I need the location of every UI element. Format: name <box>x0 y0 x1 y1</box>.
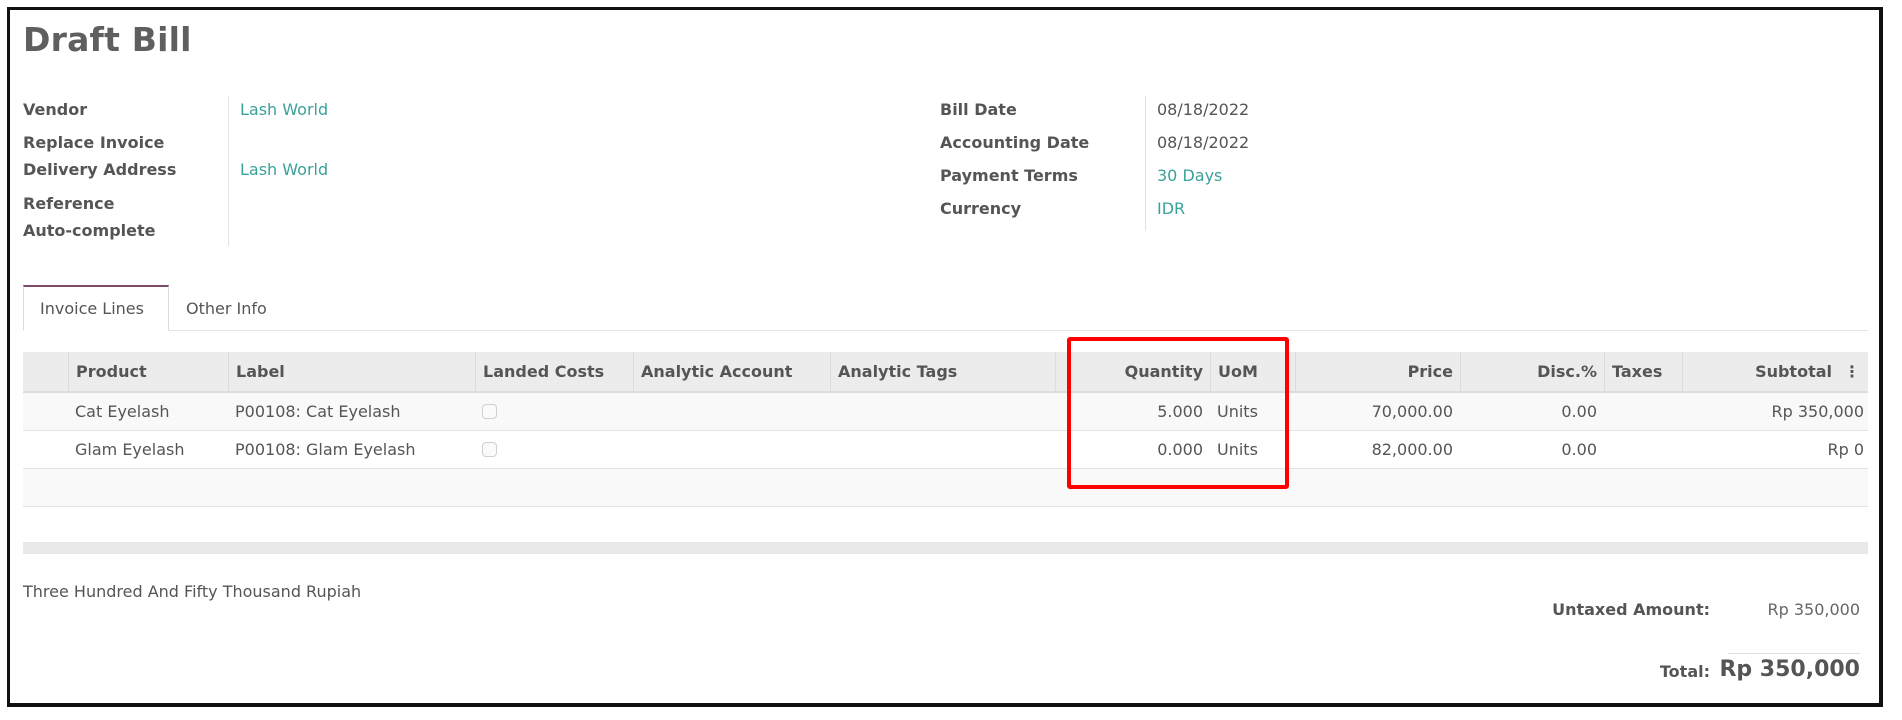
payment-terms-label: Payment Terms <box>940 166 1078 185</box>
column-header-label[interactable]: Label <box>228 352 475 391</box>
delivery-address-label: Delivery Address <box>23 160 177 179</box>
column-header-discount[interactable]: Disc.% <box>1460 352 1604 391</box>
cell-product[interactable]: Glam Eyelash <box>68 431 228 468</box>
bill-date-label: Bill Date <box>940 100 1017 119</box>
currency-link[interactable]: IDR <box>1157 199 1185 218</box>
kebab-vertical-icon[interactable]: ⋮ <box>1844 352 1860 391</box>
landed-costs-checkbox[interactable] <box>482 442 497 457</box>
amount-in-words: Three Hundred And Fifty Thousand Rupiah <box>23 582 362 601</box>
column-header-subtotal[interactable]: Subtotal <box>1682 352 1868 391</box>
untaxed-amount-value: Rp 350,000 <box>1767 600 1860 619</box>
totals-divider <box>1728 653 1860 654</box>
bill-date-value[interactable]: 08/18/2022 <box>1157 100 1249 119</box>
column-header-product[interactable]: Product <box>68 352 228 391</box>
accounting-date-value[interactable]: 08/18/2022 <box>1157 133 1249 152</box>
replace-invoice-label: Replace Invoice <box>23 133 165 152</box>
cell-price[interactable]: 82,000.00 <box>1295 431 1460 468</box>
cell-subtotal: Rp 0 <box>1827 440 1864 459</box>
cell-label[interactable]: P00108: Glam Eyelash <box>228 431 475 468</box>
cell-subtotal: Rp 350,000 <box>1771 402 1864 421</box>
vendor-label: Vendor <box>23 100 88 119</box>
column-header-analytic-tags[interactable]: Analytic Tags <box>830 352 1055 391</box>
empty-row <box>23 469 1868 507</box>
payment-terms-link[interactable]: 30 Days <box>1157 166 1222 185</box>
reference-label: Reference <box>23 194 115 213</box>
cell-discount[interactable]: 0.00 <box>1460 393 1604 430</box>
table-footer <box>23 542 1868 554</box>
accounting-date-label: Accounting Date <box>940 133 1090 152</box>
field-divider-right <box>1145 96 1146 231</box>
field-divider <box>228 96 229 246</box>
total-value: Rp 350,000 <box>1719 657 1860 682</box>
cell-product[interactable]: Cat Eyelash <box>68 393 228 430</box>
cell-label[interactable]: P00108: Cat Eyelash <box>228 393 475 430</box>
handle-column-header <box>23 352 68 391</box>
tab-underline <box>23 330 1868 331</box>
page-title: Draft Bill <box>23 20 192 59</box>
landed-costs-checkbox[interactable] <box>482 404 497 419</box>
cell-price[interactable]: 70,000.00 <box>1295 393 1460 430</box>
column-header-taxes[interactable]: Taxes <box>1604 352 1682 391</box>
empty-row <box>23 507 1868 545</box>
vendor-link[interactable]: Lash World <box>240 100 328 119</box>
currency-label: Currency <box>940 199 1022 218</box>
table-row[interactable]: Cat Eyelash P00108: Cat Eyelash 5.000 Un… <box>23 393 1868 431</box>
auto-complete-label: Auto-complete <box>23 221 156 240</box>
table-header: Product Label Landed Costs Analytic Acco… <box>23 352 1868 393</box>
tab-other-info[interactable]: Other Info <box>170 285 310 331</box>
column-header-landed-costs[interactable]: Landed Costs <box>475 352 633 391</box>
delivery-address-link[interactable]: Lash World <box>240 160 328 179</box>
column-header-price[interactable]: Price <box>1295 352 1460 391</box>
untaxed-amount-label: Untaxed Amount: <box>1552 600 1710 619</box>
annotation-highlight-box <box>1067 337 1289 489</box>
cell-discount[interactable]: 0.00 <box>1460 431 1604 468</box>
total-label: Total: <box>1659 662 1710 681</box>
tab-invoice-lines[interactable]: Invoice Lines <box>23 285 169 331</box>
column-header-analytic-account[interactable]: Analytic Account <box>633 352 830 391</box>
table-row[interactable]: Glam Eyelash P00108: Glam Eyelash 0.000 … <box>23 431 1868 469</box>
